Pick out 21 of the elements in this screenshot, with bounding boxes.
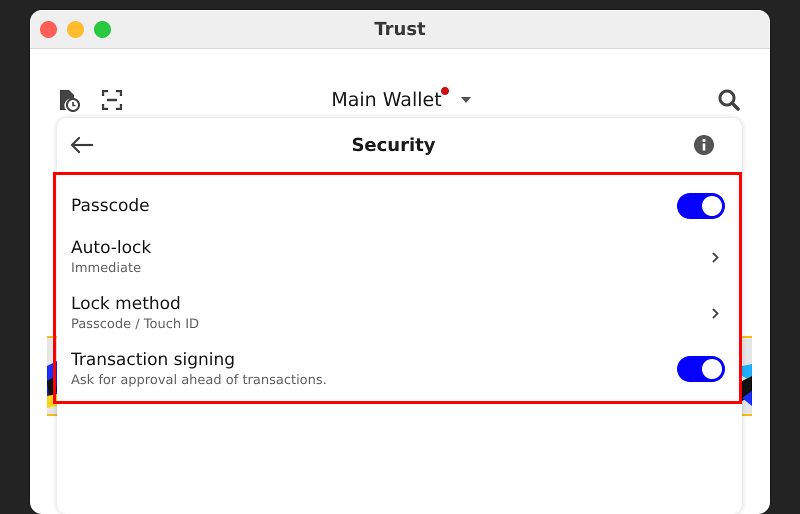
setting-label: Passcode [71,196,151,216]
search-icon[interactable] [718,89,740,111]
toggle-switch[interactable] [677,356,725,382]
setting-value: Passcode / Touch ID [71,317,200,332]
scan-icon[interactable] [102,90,122,110]
close-button[interactable] [40,21,57,38]
back-arrow-icon[interactable] [71,137,93,153]
setting-label: Auto-lock [71,238,152,258]
toggle-switch[interactable] [677,193,725,219]
setting-label: Transaction signing [71,350,236,370]
setting-value: Immediate [71,261,142,276]
document-clock-icon[interactable] [58,88,80,112]
setting-description: Ask for approval ahead of transactions. [71,373,328,388]
chevron-right-icon[interactable] [712,252,719,262]
caret-icon[interactable] [460,97,471,103]
window-title: Trust [374,18,426,40]
panel-title: Security [351,134,436,156]
wallet-name[interactable]: Main Wallet [331,89,442,111]
chevron-right-icon[interactable] [712,308,719,318]
info-icon[interactable] [694,135,714,155]
setting-label: Lock method [71,294,182,314]
